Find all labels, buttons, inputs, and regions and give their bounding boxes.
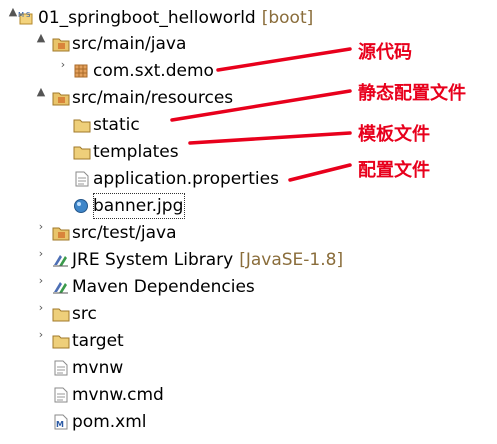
annotation-arrow-static	[170, 89, 352, 122]
annotation-config-file: 配置文件	[358, 160, 430, 181]
annotation-static-config: 静态配置文件	[358, 83, 466, 104]
annotation-source-code: 源代码	[358, 42, 412, 63]
annotation-arrows	[170, 47, 352, 182]
annotation-template-files: 模板文件	[358, 124, 430, 145]
annotation-arrow-source	[216, 47, 352, 72]
annotation-arrow-templates	[188, 131, 352, 145]
annotation-arrow-config	[288, 163, 352, 182]
